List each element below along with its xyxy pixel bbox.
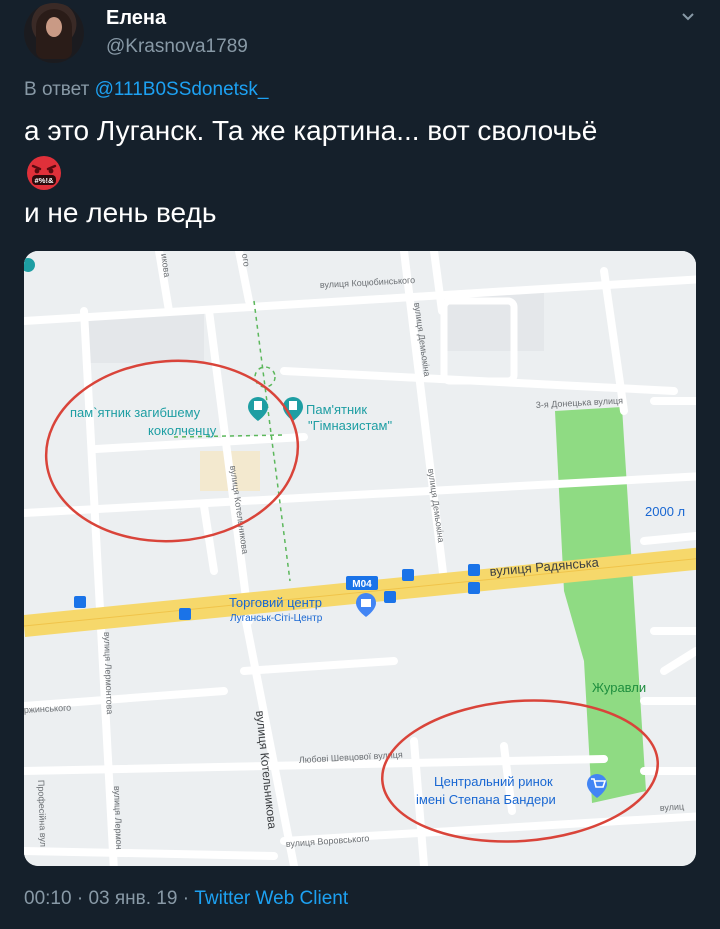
- author-name[interactable]: Елена: [106, 7, 166, 30]
- poi-mall-line1: Торговий центр: [229, 595, 322, 610]
- tweet-meta: 00:10 · 03 янв. 19 · Twitter Web Client: [24, 888, 348, 910]
- tweet-text-line3: и не лень ведь: [24, 197, 217, 228]
- poi-monument2-line2: "Гімназистам": [308, 418, 392, 433]
- tweet-text-line1: а это Луганск. Та же картина... вот свол…: [24, 115, 598, 146]
- map-canvas: M04 вулиця Коцюбинського вулиця Демьокін…: [24, 251, 696, 866]
- poi-market-line1: Центральний ринок: [434, 774, 553, 789]
- tweet-date[interactable]: 03 янв. 19: [88, 888, 177, 909]
- poi-monument2-line1: Пам'ятник: [306, 402, 367, 417]
- emoji-symbols: #%!&: [35, 176, 55, 185]
- map-image[interactable]: M04 вулиця Коцюбинського вулиця Демьокін…: [24, 251, 696, 866]
- poi-monument1-line1: пам`ятник загибшему: [70, 405, 201, 420]
- author-handle[interactable]: @Krasnova1789: [106, 36, 248, 58]
- tweet-time[interactable]: 00:10: [24, 888, 72, 909]
- reply-handle-link[interactable]: @111B0SSdonetsk_: [95, 79, 269, 100]
- poi-market-line2: імені Степана Бандери: [416, 792, 556, 807]
- angry-face-with-symbols-icon: #%!&: [27, 156, 61, 190]
- m04-road-badge: M04: [346, 576, 378, 590]
- meta-separator: ·: [76, 888, 84, 909]
- poi-mall-line2: Луганськ-Сіті-Центр: [230, 613, 323, 624]
- reply-prefix: В ответ: [24, 79, 90, 100]
- street-top-mid: ого: [240, 253, 252, 267]
- street-right-edge: вулиц: [659, 801, 684, 813]
- chevron-down-icon[interactable]: [680, 10, 696, 24]
- poi-school: 2000 л: [645, 504, 685, 519]
- reply-context: В ответ @111B0SSdonetsk_: [24, 79, 268, 101]
- client-link[interactable]: Twitter Web Client: [194, 888, 348, 909]
- meta-separator: ·: [182, 888, 190, 909]
- svg-text:M04: M04: [352, 579, 372, 590]
- avatar-face: [46, 17, 62, 37]
- poi-monument1-line2: коколченцу: [148, 423, 217, 438]
- avatar[interactable]: [24, 3, 84, 63]
- poi-zhuravli: Журавли: [592, 680, 646, 695]
